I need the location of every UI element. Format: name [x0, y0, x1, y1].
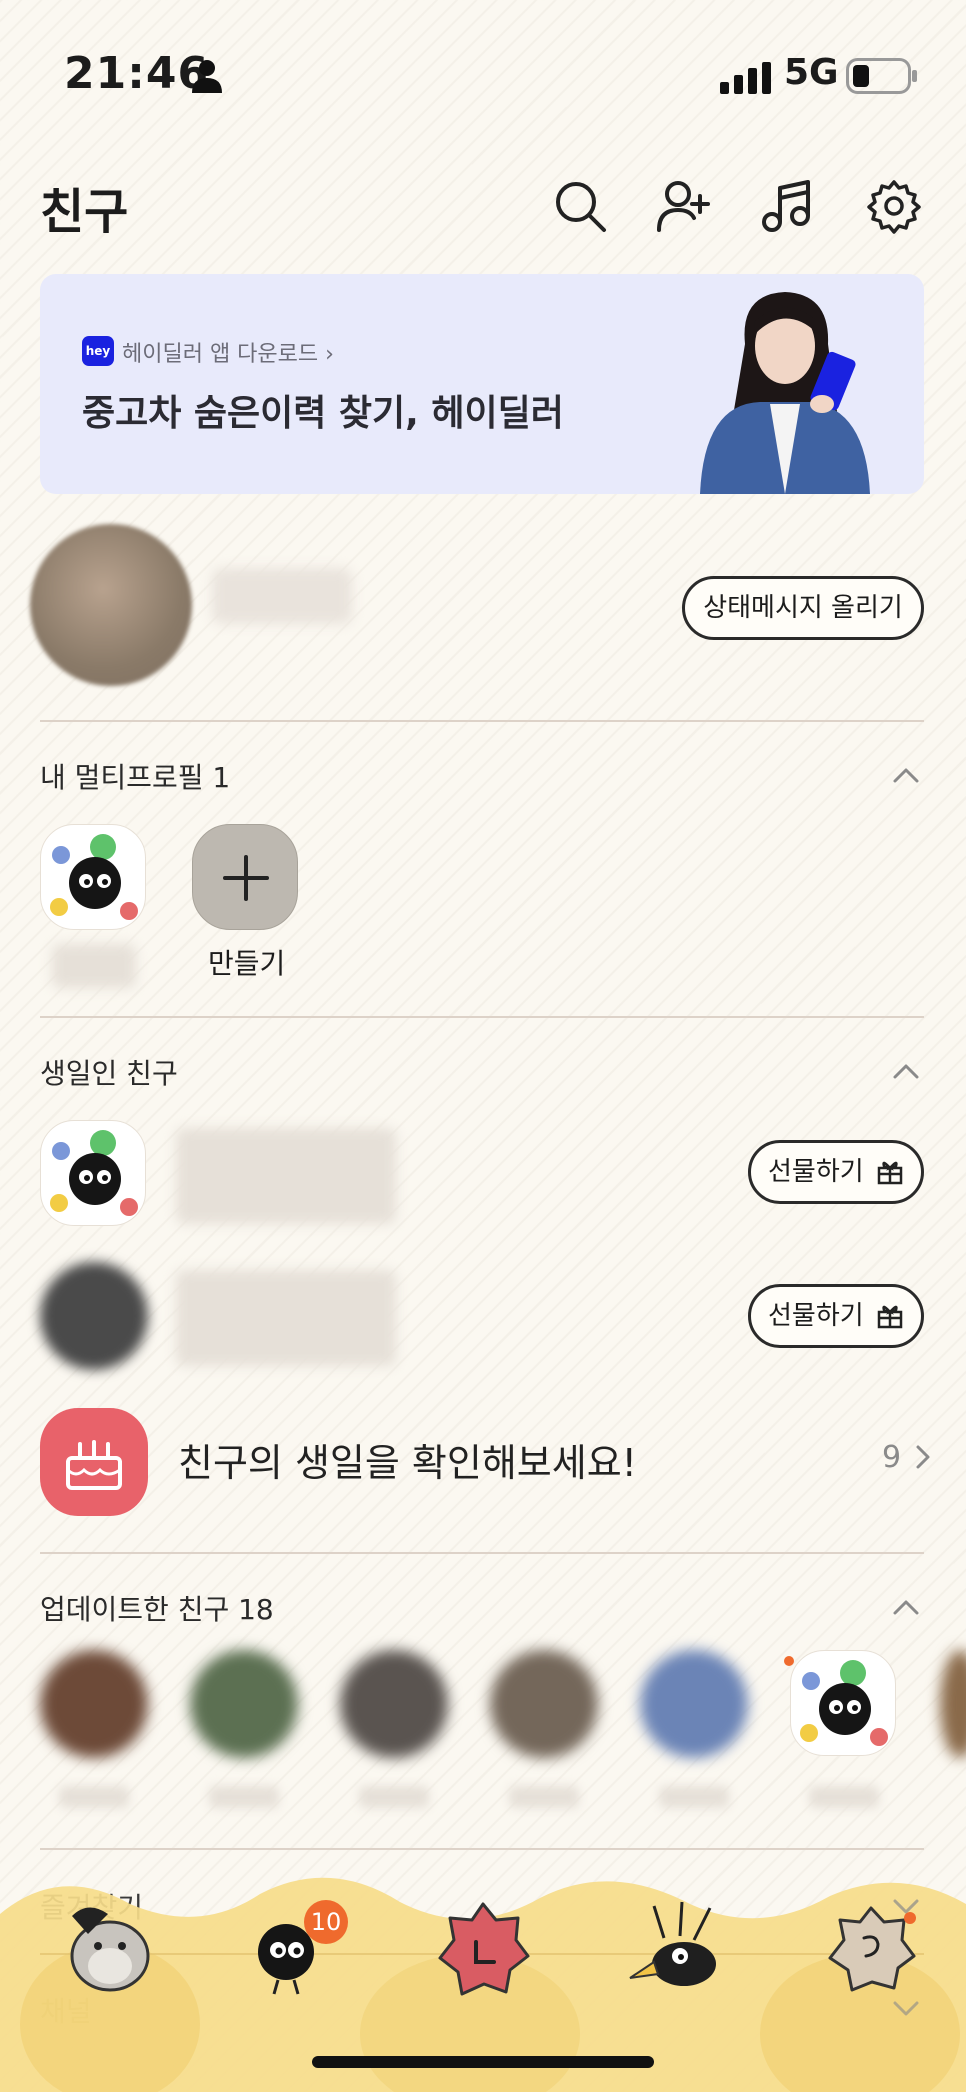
create-multi-profile-button[interactable]: [192, 824, 298, 930]
updated-friend-name: [809, 1786, 879, 1808]
birthday-count-value: 9: [882, 1440, 902, 1475]
updated-friend-name: [509, 1786, 579, 1808]
soot-sprite-icon: [800, 1660, 888, 1746]
ad-banner[interactable]: hey 헤이딜러 앱 다운로드 › 중고차 숨은이력 찾기, 헤이딜러: [40, 274, 924, 494]
person-icon: [192, 60, 222, 93]
search-icon[interactable]: [552, 178, 608, 234]
chevron-up-icon[interactable]: [892, 766, 920, 784]
create-label[interactable]: 만들기: [208, 942, 285, 982]
updated-friend-avatar[interactable]: [640, 1650, 748, 1758]
updated-friend-avatar[interactable]: [190, 1650, 298, 1758]
more-new-dot: [904, 1912, 916, 1924]
shopping-tab-icon[interactable]: [624, 1894, 734, 2004]
multi-profile-title: 내 멀티프로필 1: [40, 761, 231, 794]
updated-friend-name: [359, 1786, 429, 1808]
updated-friend-avatar[interactable]: [40, 1650, 148, 1758]
birthday-cta-text[interactable]: 친구의 생일을 확인해보세요!: [178, 1432, 637, 1487]
banner-title[interactable]: 중고차 숨은이력 찾기, 헤이딜러: [82, 384, 564, 436]
divider: [40, 1848, 924, 1850]
my-profile-avatar[interactable]: [30, 524, 192, 686]
page-title: 친구: [40, 184, 129, 240]
view-tab-icon[interactable]: [428, 1894, 538, 2004]
birthday-cake-icon[interactable]: [40, 1408, 148, 1516]
status-time: 21:46: [64, 48, 210, 99]
gift-button[interactable]: 선물하기: [748, 1284, 924, 1348]
signal-icon: [720, 62, 771, 94]
soot-sprite-icon: [50, 1130, 138, 1216]
updated-friend-name: [59, 1786, 129, 1808]
updated-friend-avatar[interactable]: [340, 1650, 448, 1758]
home-indicator: [312, 2056, 654, 2068]
multi-profile-name: [52, 944, 136, 988]
updated-friend-name: [209, 1786, 279, 1808]
gift-icon: [877, 1161, 903, 1185]
network-label: 5G: [784, 52, 839, 93]
status-message-button[interactable]: 상태메시지 올리기: [682, 576, 924, 640]
hey-logo: hey: [82, 336, 114, 366]
friend-avatar[interactable]: [40, 1262, 148, 1370]
plus-icon: [223, 855, 269, 901]
friend-name-blurred: [176, 1128, 396, 1224]
gift-label: 선물하기: [768, 1301, 864, 1331]
more-tab-icon[interactable]: [816, 1894, 926, 2004]
battery-icon: [846, 58, 917, 94]
divider: [40, 1552, 924, 1554]
birthday-section-title: 생일인 친구: [40, 1057, 178, 1090]
new-update-dot: [784, 1656, 794, 1666]
gift-label: 선물하기: [768, 1157, 864, 1187]
birthday-count[interactable]: 9: [882, 1440, 931, 1475]
updated-section-title: 업데이트한 친구 18: [40, 1593, 274, 1626]
updated-friend-avatar[interactable]: [940, 1650, 966, 1758]
friend-name-blurred: [176, 1270, 396, 1366]
settings-icon[interactable]: [866, 178, 922, 234]
divider: [40, 720, 924, 722]
chevron-right-icon: [916, 1445, 930, 1469]
multi-profile-avatar[interactable]: [40, 824, 146, 930]
banner-model-image: [700, 292, 870, 494]
divider: [40, 1016, 924, 1018]
my-profile-name[interactable]: [212, 568, 352, 624]
chevron-up-icon[interactable]: [892, 1062, 920, 1080]
gift-button[interactable]: 선물하기: [748, 1140, 924, 1204]
updated-friend-avatar[interactable]: [790, 1650, 896, 1756]
friend-avatar[interactable]: [40, 1120, 146, 1226]
chats-unread-badge: 10: [304, 1900, 348, 1944]
updated-friend-name: [659, 1786, 729, 1808]
soot-sprite-icon: [50, 834, 138, 920]
chevron-up-icon[interactable]: [892, 1598, 920, 1616]
banner-subtitle[interactable]: 헤이딜러 앱 다운로드 ›: [122, 336, 334, 368]
updated-friend-avatar[interactable]: [490, 1650, 598, 1758]
add-friend-icon[interactable]: [656, 178, 712, 234]
gift-icon: [877, 1305, 903, 1329]
music-icon[interactable]: [758, 178, 814, 234]
friends-tab-icon[interactable]: [48, 1894, 158, 2004]
